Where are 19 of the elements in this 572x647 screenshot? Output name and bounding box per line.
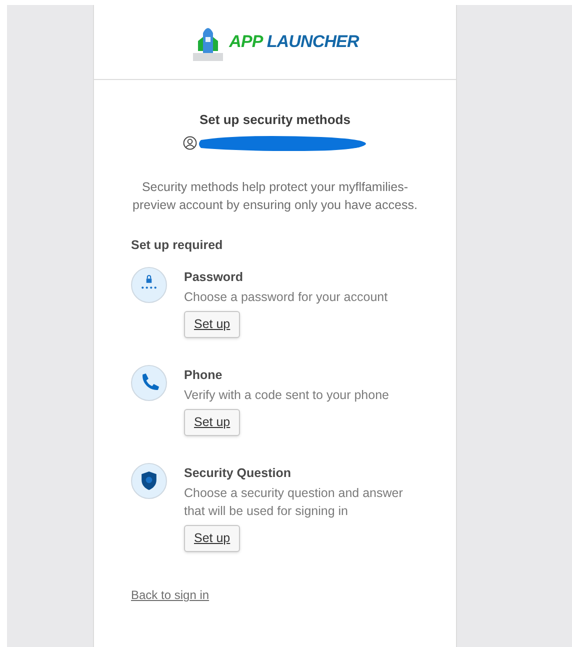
- method-name: Security Question: [184, 465, 292, 482]
- logo-text: LAUNCHER: [266, 31, 359, 54]
- set-up-button[interactable]: Set up: [184, 311, 240, 338]
- shield-icon: [131, 463, 167, 500]
- method-description: Choose a security question and answer that will be used for signing in: [184, 485, 404, 520]
- page-title: Set up security methods: [200, 111, 350, 129]
- user-icon: [182, 136, 196, 150]
- logo-text: APP: [229, 31, 263, 54]
- method-description: Choose a password for your account: [184, 289, 389, 306]
- lock-icon: [131, 267, 167, 304]
- method-name: Password: [184, 269, 244, 286]
- back-link[interactable]: Back to sign in: [131, 586, 210, 604]
- intro-text: Security methods help protect your myflfamilies-preview account by ensuring only you have access.: [132, 178, 418, 214]
- phone-icon: [131, 365, 167, 402]
- method-name: Phone: [184, 367, 224, 384]
- method-description: Verify with a code sent to your phone: [184, 387, 390, 404]
- section-heading: Set up required: [131, 236, 224, 254]
- set-up-button[interactable]: Set up: [184, 525, 240, 552]
- set-up-button[interactable]: Set up: [184, 409, 240, 436]
